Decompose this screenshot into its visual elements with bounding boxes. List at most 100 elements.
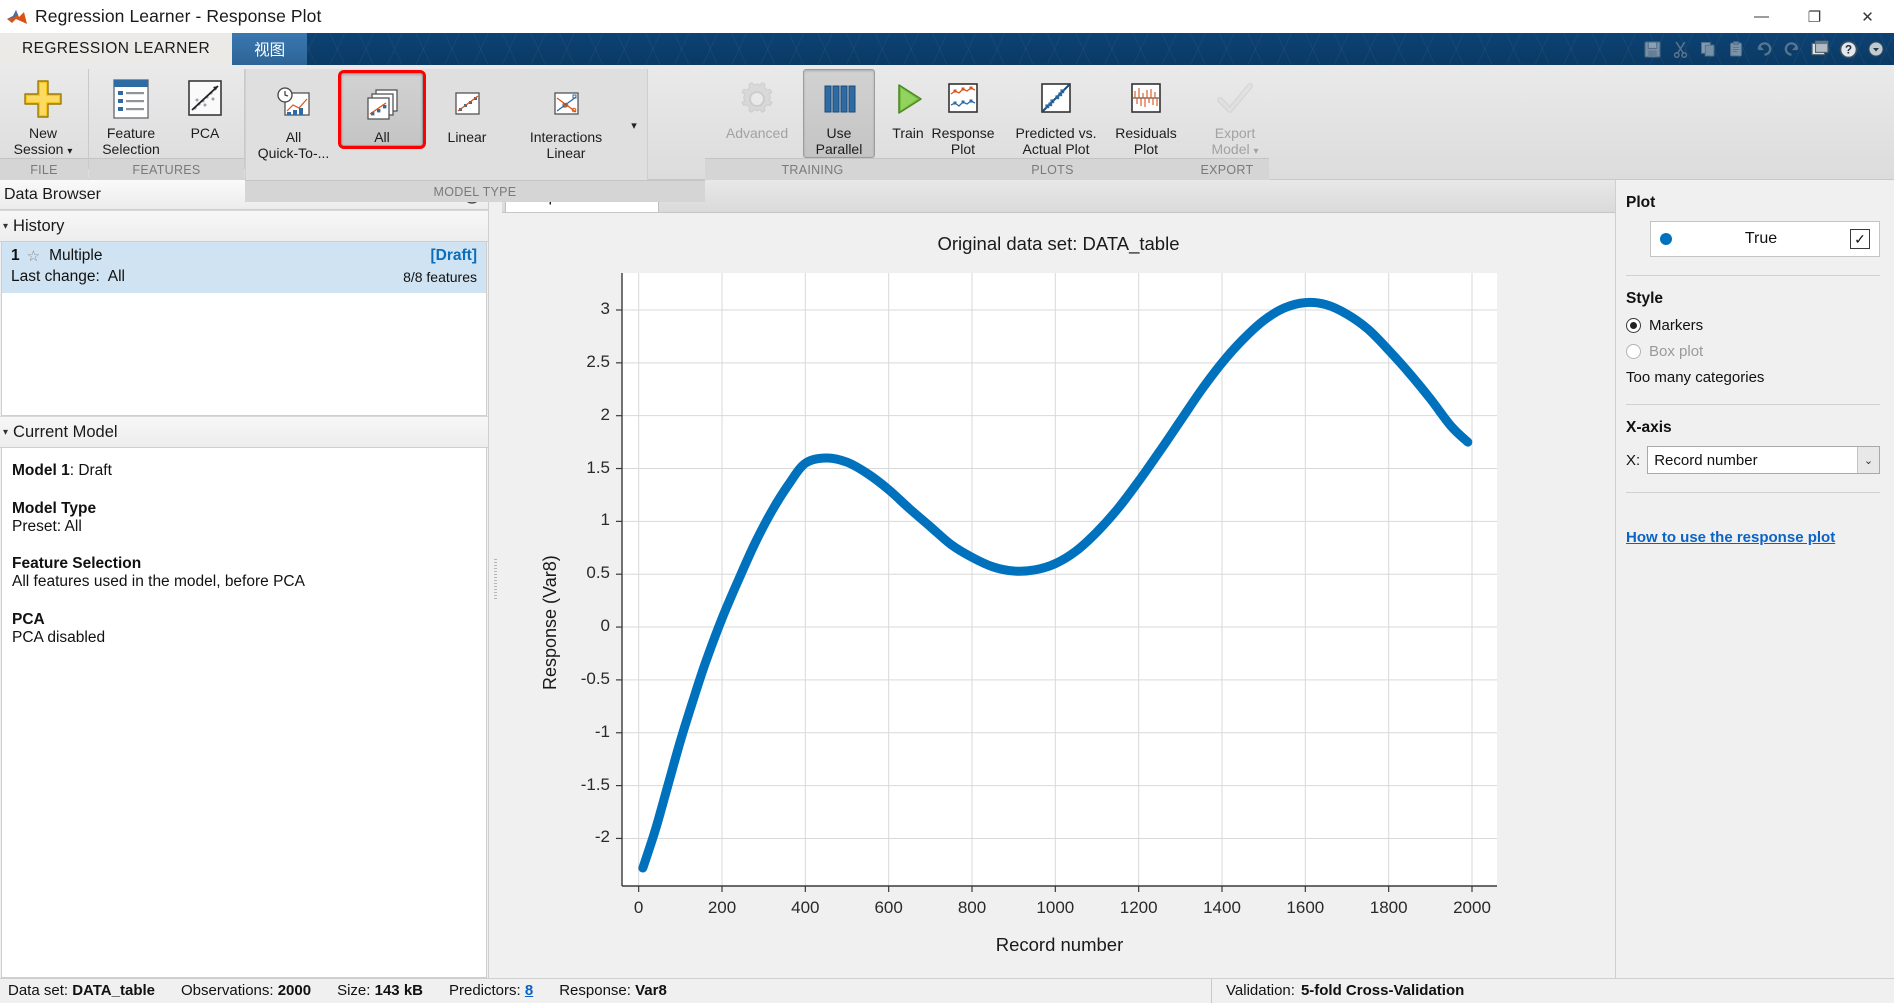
- chevron-down-icon: ▾: [631, 120, 637, 132]
- detail-block: PCA PCA disabled: [12, 611, 476, 647]
- advanced-label: Advanced: [725, 125, 789, 141]
- status-size-label: Size:: [337, 982, 371, 999]
- xaxis-heading: X-axis: [1626, 419, 1672, 436]
- detail-heading: Feature Selection: [12, 555, 142, 573]
- divider: [1626, 275, 1880, 276]
- help-icon[interactable]: ?: [1834, 34, 1862, 64]
- chevron-down-icon[interactable]: ▾: [1254, 146, 1259, 157]
- predicted-vs-actual-plot-button[interactable]: Predicted vs. Actual Plot: [1006, 69, 1106, 158]
- ribbon-group-model-type: All Quick-To-... All Linear Interactions…: [245, 65, 705, 202]
- interactions-line2: Linear: [546, 145, 586, 161]
- data-browser-title: Data Browser: [4, 185, 101, 203]
- tab-view[interactable]: 视图: [232, 33, 308, 65]
- validation-label: Validation:: [1226, 982, 1295, 999]
- checkmark-icon: [1212, 75, 1258, 123]
- ribbon-group-features: Feature Selection PCA FEATURES: [89, 65, 244, 180]
- x-tick-label: 200: [707, 898, 737, 917]
- model-gallery-expand-button[interactable]: ▾: [621, 73, 647, 178]
- group-label-export: EXPORT: [1185, 158, 1269, 180]
- plot-canvas: Original data set: DATA_table Response (…: [502, 213, 1615, 978]
- divider-2: [1626, 404, 1880, 405]
- status-left: Data set: DATA_table Observations: 2000 …: [0, 982, 1211, 999]
- style-note: Too many categories: [1626, 369, 1765, 386]
- tab-regression-learner[interactable]: REGRESSION LEARNER: [0, 33, 233, 65]
- history-section-header[interactable]: ▾ History: [0, 210, 488, 242]
- model-interactions-linear-button[interactable]: Interactions Linear: [511, 73, 621, 162]
- current-model-section-header[interactable]: ▾ Current Model: [0, 416, 488, 448]
- x-tick-label: 800: [957, 898, 987, 917]
- legend-control[interactable]: True ✓: [1650, 221, 1880, 257]
- export-model-line1: Export: [1214, 125, 1256, 141]
- status-size: Size: 143 kB: [337, 982, 423, 999]
- y-tick-label: 3: [600, 298, 610, 318]
- detail-body: PCA disabled: [12, 628, 106, 646]
- y-tick-label: 0.5: [586, 563, 610, 583]
- response-plot-line2: Plot: [950, 141, 976, 157]
- ribbon-group-file: New Session ▾ FILE: [0, 65, 88, 180]
- detail-block: Model Type Preset: All: [12, 500, 476, 536]
- quick-models-icon: [274, 79, 314, 127]
- new-session-line1: New: [28, 125, 57, 141]
- x-axis-select[interactable]: Record number ⌄: [1647, 446, 1880, 474]
- residuals-plot-button[interactable]: Residuals Plot: [1106, 69, 1186, 158]
- star-icon[interactable]: ☆: [27, 247, 40, 265]
- y-tick-label: 2.5: [586, 351, 610, 371]
- response-plot-chart: Original data set: DATA_table Response (…: [502, 213, 1615, 978]
- x-tick-label: 400: [791, 898, 820, 917]
- undo-icon[interactable]: [1750, 34, 1778, 64]
- pca-label: PCA: [190, 125, 220, 141]
- radio-markers-label: Markers: [1649, 317, 1704, 334]
- svg-text:?: ?: [1844, 43, 1851, 56]
- status-predictors-label: Predictors:: [449, 982, 521, 999]
- x-axis-label: Record number: [995, 934, 1124, 955]
- restore-button[interactable]: ❐: [1788, 0, 1841, 33]
- parallel-bars-icon: [818, 75, 860, 123]
- predicted-vs-actual-line2: Actual Plot: [1022, 141, 1090, 157]
- status-right: Validation: 5-fold Cross-Validation: [1211, 978, 1894, 1003]
- radio-markers[interactable]: Markers: [1626, 317, 1880, 334]
- divider-3: [1626, 492, 1880, 493]
- predicted-vs-actual-icon: [1035, 75, 1077, 123]
- new-session-button[interactable]: New Session ▾: [0, 69, 86, 158]
- chevron-down-icon[interactable]: ⌄: [1857, 447, 1879, 473]
- interactions-line1: Interactions: [529, 129, 603, 145]
- help-link[interactable]: How to use the response plot: [1626, 529, 1835, 546]
- panel-splitter[interactable]: [489, 180, 502, 978]
- cut-icon[interactable]: [1666, 34, 1694, 64]
- predicted-vs-actual-line1: Predicted vs.: [1015, 125, 1097, 141]
- feature-selection-button[interactable]: Feature Selection: [89, 69, 173, 158]
- status-bar: Data set: DATA_table Observations: 2000 …: [0, 978, 1894, 1003]
- chevron-down-icon: ▾: [3, 426, 9, 438]
- interactions-linear-icon: [546, 79, 586, 127]
- paste-icon[interactable]: [1722, 34, 1750, 64]
- save-icon[interactable]: [1638, 34, 1666, 64]
- chevron-down-icon[interactable]: ▾: [67, 146, 72, 157]
- detail-heading: Model 1: [12, 462, 70, 479]
- model-all-button[interactable]: All: [338, 70, 426, 149]
- model-linear-button[interactable]: Linear: [423, 73, 511, 146]
- y-tick-label: 0: [600, 616, 610, 636]
- close-button[interactable]: ✕: [1841, 0, 1894, 33]
- status-response: Response: Var8: [559, 982, 667, 999]
- status-predictors-value[interactable]: 8: [525, 982, 533, 999]
- response-plot-button[interactable]: Response Plot: [920, 69, 1006, 158]
- pca-scatter-icon: [183, 75, 227, 123]
- more-options-icon[interactable]: [1862, 34, 1890, 64]
- all-quick-line2: Quick-To-...: [257, 145, 330, 161]
- minimize-button[interactable]: —: [1735, 0, 1788, 33]
- model-all-quick-button[interactable]: All Quick-To-...: [246, 73, 341, 162]
- use-parallel-button[interactable]: Use Parallel: [803, 69, 875, 158]
- legend-checkbox[interactable]: ✓: [1850, 229, 1870, 249]
- pca-button[interactable]: PCA: [173, 69, 237, 142]
- list-item[interactable]: 1 ☆ Multiple [Draft] Last change: All 8/…: [2, 242, 486, 293]
- legend-color-dot: [1660, 233, 1672, 245]
- copy-icon[interactable]: [1694, 34, 1722, 64]
- residuals-plot-line2: Plot: [1133, 141, 1159, 157]
- legend-label: True: [1744, 230, 1778, 247]
- layout-icon[interactable]: [1806, 34, 1834, 64]
- all-models-label: All: [374, 129, 390, 145]
- linear-label: Linear: [447, 129, 487, 145]
- redo-icon[interactable]: [1778, 34, 1806, 64]
- radio-box-plot-label: Box plot: [1649, 343, 1704, 360]
- x-axis-label-small: X:: [1626, 451, 1641, 469]
